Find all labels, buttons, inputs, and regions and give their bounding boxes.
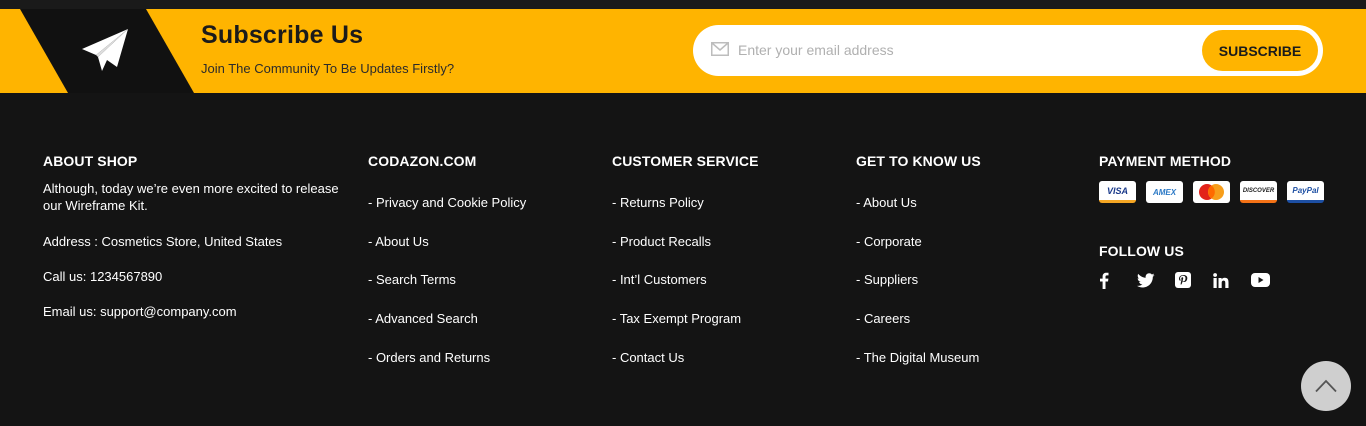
payment-cards: VISA AMEX DISCOVER PayPal <box>1099 181 1324 203</box>
about-shop-heading: ABOUT SHOP <box>43 153 138 169</box>
know-us-column: GET TO KNOW US - About Us - Corporate - … <box>856 153 981 388</box>
subscribe-button[interactable]: SUBSCRIBE <box>1202 30 1318 71</box>
link-search-terms[interactable]: - Search Terms <box>368 272 456 287</box>
link-about-us-2[interactable]: - About Us <box>856 195 917 210</box>
email-input[interactable] <box>738 35 1188 65</box>
link-returns-policy[interactable]: - Returns Policy <box>612 195 704 210</box>
link-suppliers[interactable]: - Suppliers <box>856 272 918 287</box>
list-item: - About Us <box>368 234 526 273</box>
about-shop-text: Although, today we’re even more excited … <box>43 181 339 213</box>
amex-card-icon: AMEX <box>1146 181 1183 203</box>
link-privacy-policy[interactable]: - Privacy and Cookie Policy <box>368 195 526 210</box>
newsletter-form: SUBSCRIBE <box>693 25 1323 76</box>
list-item: - Int’l Customers <box>612 272 759 311</box>
list-item: - Returns Policy <box>612 195 759 234</box>
linkedin-icon[interactable] <box>1213 271 1251 289</box>
link-corporate[interactable]: - Corporate <box>856 234 922 249</box>
social-links <box>1099 271 1324 289</box>
link-orders-returns[interactable]: - Orders and Returns <box>368 350 490 365</box>
mastercard-icon <box>1193 181 1230 203</box>
subscribe-bar: Subscribe Us Join The Community To Be Up… <box>0 9 1366 93</box>
facebook-icon[interactable] <box>1099 271 1137 289</box>
twitter-icon[interactable] <box>1137 271 1175 289</box>
codazon-column: CODAZON.COM - Privacy and Cookie Policy … <box>368 153 526 388</box>
list-item: - The Digital Museum <box>856 350 981 389</box>
list-item: - Tax Exempt Program <box>612 311 759 350</box>
link-intl-customers[interactable]: - Int’l Customers <box>612 272 707 287</box>
list-item: - Privacy and Cookie Policy <box>368 195 526 234</box>
about-shop-column: ABOUT SHOP Although, today we’re even mo… <box>43 153 343 319</box>
payment-heading: PAYMENT METHOD <box>1099 153 1232 169</box>
visa-card-icon: VISA <box>1099 181 1136 203</box>
customer-service-column: CUSTOMER SERVICE - Returns Policy - Prod… <box>612 153 759 388</box>
codazon-links: - Privacy and Cookie Policy - About Us -… <box>368 195 526 388</box>
store-email: Email us: support@company.com <box>43 304 237 319</box>
link-digital-museum[interactable]: - The Digital Museum <box>856 350 979 365</box>
mail-icon <box>711 42 729 56</box>
list-item: - Corporate <box>856 234 981 273</box>
list-item: - Product Recalls <box>612 234 759 273</box>
subscribe-description: Join The Community To Be Updates Firstly… <box>201 61 455 76</box>
customer-service-heading: CUSTOMER SERVICE <box>612 153 759 169</box>
link-tax-exempt[interactable]: - Tax Exempt Program <box>612 311 741 326</box>
customer-service-links: - Returns Policy - Product Recalls - Int… <box>612 195 759 388</box>
list-item: - Search Terms <box>368 272 526 311</box>
pinterest-icon[interactable] <box>1175 271 1213 289</box>
top-strip <box>0 0 1366 9</box>
paper-plane-icon <box>82 29 128 71</box>
link-about-us[interactable]: - About Us <box>368 234 429 249</box>
discover-card-icon: DISCOVER <box>1240 181 1277 203</box>
chevron-up-icon <box>1315 379 1337 393</box>
know-us-heading: GET TO KNOW US <box>856 153 981 169</box>
list-item: - Orders and Returns <box>368 350 526 389</box>
store-phone: Call us: 1234567890 <box>43 269 163 284</box>
scroll-to-top-button[interactable] <box>1301 361 1351 411</box>
store-address: Address : Cosmetics Store, United States <box>43 234 283 249</box>
subscribe-title: Subscribe Us <box>201 21 364 49</box>
payment-column: PAYMENT METHOD VISA AMEX DISCOVER PayPal… <box>1099 153 1324 289</box>
list-item: - Suppliers <box>856 272 981 311</box>
list-item: - Advanced Search <box>368 311 526 350</box>
codazon-heading: CODAZON.COM <box>368 153 477 169</box>
paypal-card-icon: PayPal <box>1287 181 1324 203</box>
link-careers[interactable]: - Careers <box>856 311 910 326</box>
link-contact-us[interactable]: - Contact Us <box>612 350 684 365</box>
list-item: - About Us <box>856 195 981 234</box>
list-item: - Careers <box>856 311 981 350</box>
link-product-recalls[interactable]: - Product Recalls <box>612 234 711 249</box>
youtube-icon[interactable] <box>1251 271 1289 289</box>
link-advanced-search[interactable]: - Advanced Search <box>368 311 478 326</box>
follow-us-heading: FOLLOW US <box>1099 243 1184 259</box>
list-item: - Contact Us <box>612 350 759 389</box>
know-us-links: - About Us - Corporate - Suppliers - Car… <box>856 195 981 388</box>
